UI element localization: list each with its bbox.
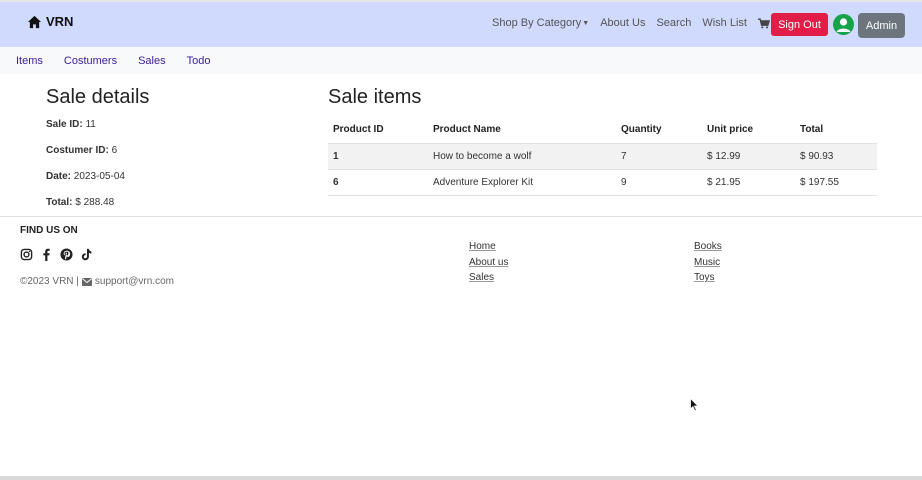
table-cell: 1 — [328, 143, 428, 170]
table-row: 1 How to become a wolf 7 $ 12.99 $ 90.93 — [328, 143, 877, 170]
caret-down-icon: ▼ — [582, 20, 590, 27]
table-cell: Adventure Explorer Kit — [428, 169, 616, 196]
sale-items-table: Product ID Product Name Quantity Unit pr… — [328, 117, 877, 196]
footer-link-sales[interactable]: Sales — [469, 272, 508, 288]
footer-links-categories: Books Music Toys — [694, 241, 722, 288]
footer-heading: FIND US ON — [20, 225, 78, 236]
top-navbar: VRN Shop By Category▼ About Us Search Wi… — [0, 2, 922, 47]
admin-button[interactable]: Admin — [858, 13, 905, 38]
copyright-line: ©2023 VRN | support@vrn.com — [20, 276, 174, 287]
footer-link-home[interactable]: Home — [469, 241, 508, 257]
brand-logo[interactable]: VRN — [27, 14, 73, 29]
nav-links: Shop By Category▼ About Us Search Wish L… — [492, 17, 796, 29]
envelope-icon — [81, 277, 92, 286]
nav-search[interactable]: Search — [656, 17, 691, 29]
table-cell: $ 90.93 — [795, 143, 877, 170]
detail-value: 6 — [111, 145, 118, 156]
detail-label: Sale ID: — [46, 119, 83, 130]
detail-label: Costumer ID: — [46, 145, 109, 156]
column-header: Total — [795, 117, 877, 144]
table-cell: 6 — [328, 169, 428, 196]
detail-label: Date: — [46, 171, 72, 182]
table-cell: $ 197.55 — [795, 169, 877, 196]
detail-sale-id: Sale ID: 11 — [46, 119, 149, 145]
sale-details-panel: Sale details Sale ID: 11 Costumer ID: 6 … — [46, 86, 149, 223]
table-cell: 7 — [616, 143, 702, 170]
footer-link-music[interactable]: Music — [694, 257, 722, 273]
detail-costumer-id: Costumer ID: 6 — [46, 145, 149, 171]
facebook-icon[interactable] — [40, 248, 53, 261]
table-cell: 9 — [616, 169, 702, 196]
detail-value: 11 — [85, 119, 96, 130]
column-header: Quantity — [616, 117, 702, 144]
sale-items-panel: Sale items Product ID Product Name Quant… — [328, 86, 877, 196]
nav-about-us[interactable]: About Us — [600, 17, 645, 29]
pinterest-icon[interactable] — [60, 248, 73, 261]
footer-divider — [0, 216, 922, 217]
footer-link-books[interactable]: Books — [694, 241, 722, 257]
sign-out-button[interactable]: Sign Out — [771, 13, 828, 36]
instagram-icon[interactable] — [20, 248, 33, 261]
column-header: Unit price — [702, 117, 795, 144]
sale-details-title: Sale details — [46, 86, 150, 108]
sale-items-title: Sale items — [328, 86, 422, 108]
detail-date: Date: 2023-05-04 — [46, 171, 149, 197]
subnav-items[interactable]: Items — [16, 55, 43, 67]
detail-total: Total: $ 288.48 — [46, 197, 149, 223]
support-email-link[interactable]: support@vrn.com — [95, 276, 174, 287]
home-icon — [27, 15, 42, 28]
social-links — [20, 248, 93, 261]
window-bottom-border — [0, 476, 922, 480]
mouse-cursor-icon — [690, 398, 699, 412]
brand-name: VRN — [46, 14, 74, 29]
table-header-row: Product ID Product Name Quantity Unit pr… — [328, 117, 877, 144]
table-cell: $ 21.95 — [702, 169, 795, 196]
tiktok-icon[interactable] — [80, 248, 93, 261]
nav-shop-by-category-label: Shop By Category — [492, 17, 582, 29]
admin-subnav: Items Costumers Sales Todo — [0, 47, 922, 74]
table-row: 6 Adventure Explorer Kit 9 $ 21.95 $ 197… — [328, 169, 877, 196]
table-cell: How to become a wolf — [428, 143, 616, 170]
footer-link-about-us[interactable]: About us — [469, 257, 508, 273]
footer-link-toys[interactable]: Toys — [694, 272, 722, 288]
nav-shop-by-category[interactable]: Shop By Category▼ — [492, 17, 589, 29]
table-cell: $ 12.99 — [702, 143, 795, 170]
detail-value: 2023-05-04 — [73, 171, 125, 182]
user-avatar-icon[interactable] — [833, 14, 854, 35]
footer-links-site: Home About us Sales — [469, 241, 508, 288]
subnav-costumers[interactable]: Costumers — [64, 55, 117, 67]
copyright-text: ©2023 VRN | — [20, 276, 79, 287]
nav-wish-list[interactable]: Wish List — [702, 17, 747, 29]
detail-value: $ 288.48 — [75, 197, 115, 208]
cart-icon — [757, 18, 770, 28]
column-header: Product Name — [428, 117, 616, 144]
column-header: Product ID — [328, 117, 428, 144]
subnav-todo[interactable]: Todo — [187, 55, 211, 67]
detail-label: Total: — [46, 197, 73, 208]
subnav-sales[interactable]: Sales — [138, 55, 166, 67]
